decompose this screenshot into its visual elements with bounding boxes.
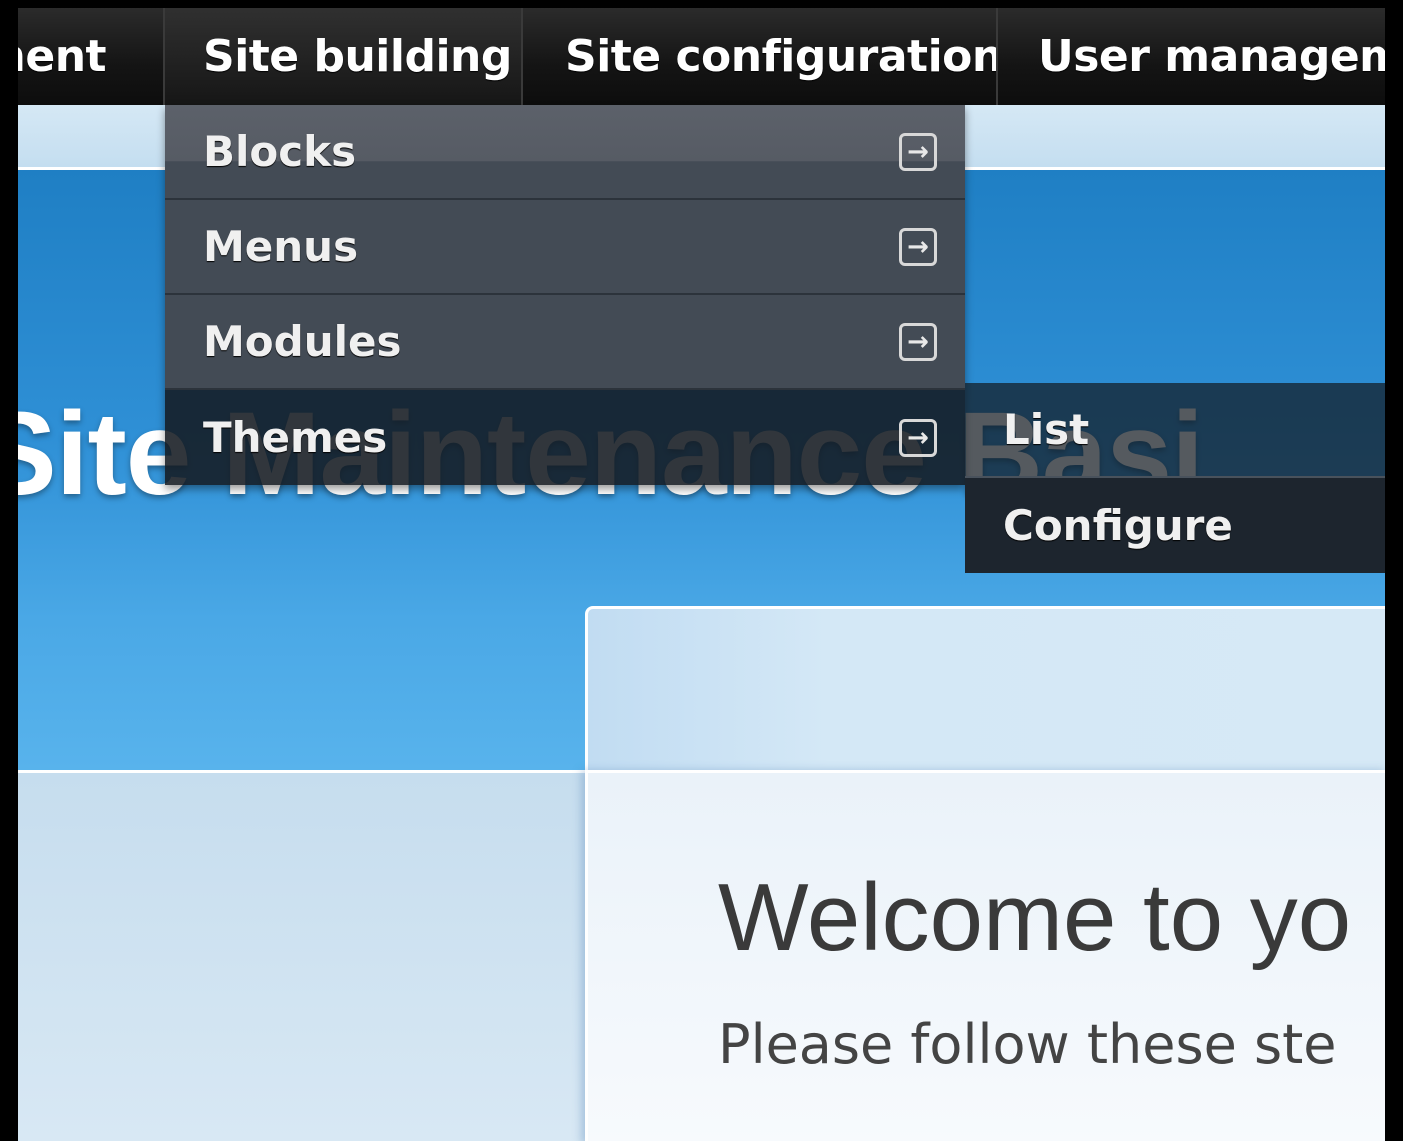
menu-item-site-configuration[interactable]: Site configuration <box>523 8 998 105</box>
dropdown-item-label: Menus <box>203 222 359 271</box>
submenu-item-label: Configure <box>1003 501 1233 550</box>
arrow-right-box-icon: → <box>899 322 937 361</box>
welcome-text: Please follow these ste <box>718 1013 1337 1076</box>
submenu-item-list[interactable]: List <box>965 383 1385 478</box>
site-building-dropdown: Blocks → Menus → Modules → Themes → <box>165 105 965 485</box>
menu-item-label: Site building <box>203 31 512 82</box>
dropdown-item-menus[interactable]: Menus → <box>165 200 965 295</box>
themes-submenu: List Configure <box>965 383 1385 573</box>
menu-item-label: ment <box>18 31 107 82</box>
dropdown-item-label: Blocks <box>203 127 357 176</box>
menu-item-user-management[interactable]: User manageme <box>998 8 1385 105</box>
dropdown-item-label: Themes <box>203 413 388 462</box>
dropdown-item-modules[interactable]: Modules → <box>165 295 965 390</box>
sidebar <box>18 770 585 1141</box>
menu-item-label: Site configuration <box>565 31 998 82</box>
dropdown-item-label: Modules <box>203 317 402 366</box>
welcome-heading: Welcome to yo <box>718 864 1352 971</box>
arrow-right-box-icon: → <box>899 132 937 171</box>
browser-viewport: ment Site building Site configuration Us… <box>18 8 1385 1141</box>
admin-menu-bar: ment Site building Site configuration Us… <box>18 8 1385 105</box>
menu-item-site-building[interactable]: Site building <box>165 8 523 105</box>
dropdown-item-themes[interactable]: Themes → <box>165 390 965 485</box>
content-tab-area <box>585 606 1385 773</box>
submenu-item-label: List <box>1003 405 1090 454</box>
arrow-right-box-icon: → <box>899 418 937 457</box>
menu-item-label: User manageme <box>1038 31 1385 82</box>
arrow-right-box-icon: → <box>899 227 937 266</box>
dropdown-item-blocks[interactable]: Blocks → <box>165 105 965 200</box>
submenu-item-configure[interactable]: Configure <box>965 478 1385 573</box>
menu-item-content-management[interactable]: ment <box>18 8 165 105</box>
main-content: Welcome to yo Please follow these ste <box>585 770 1385 1141</box>
